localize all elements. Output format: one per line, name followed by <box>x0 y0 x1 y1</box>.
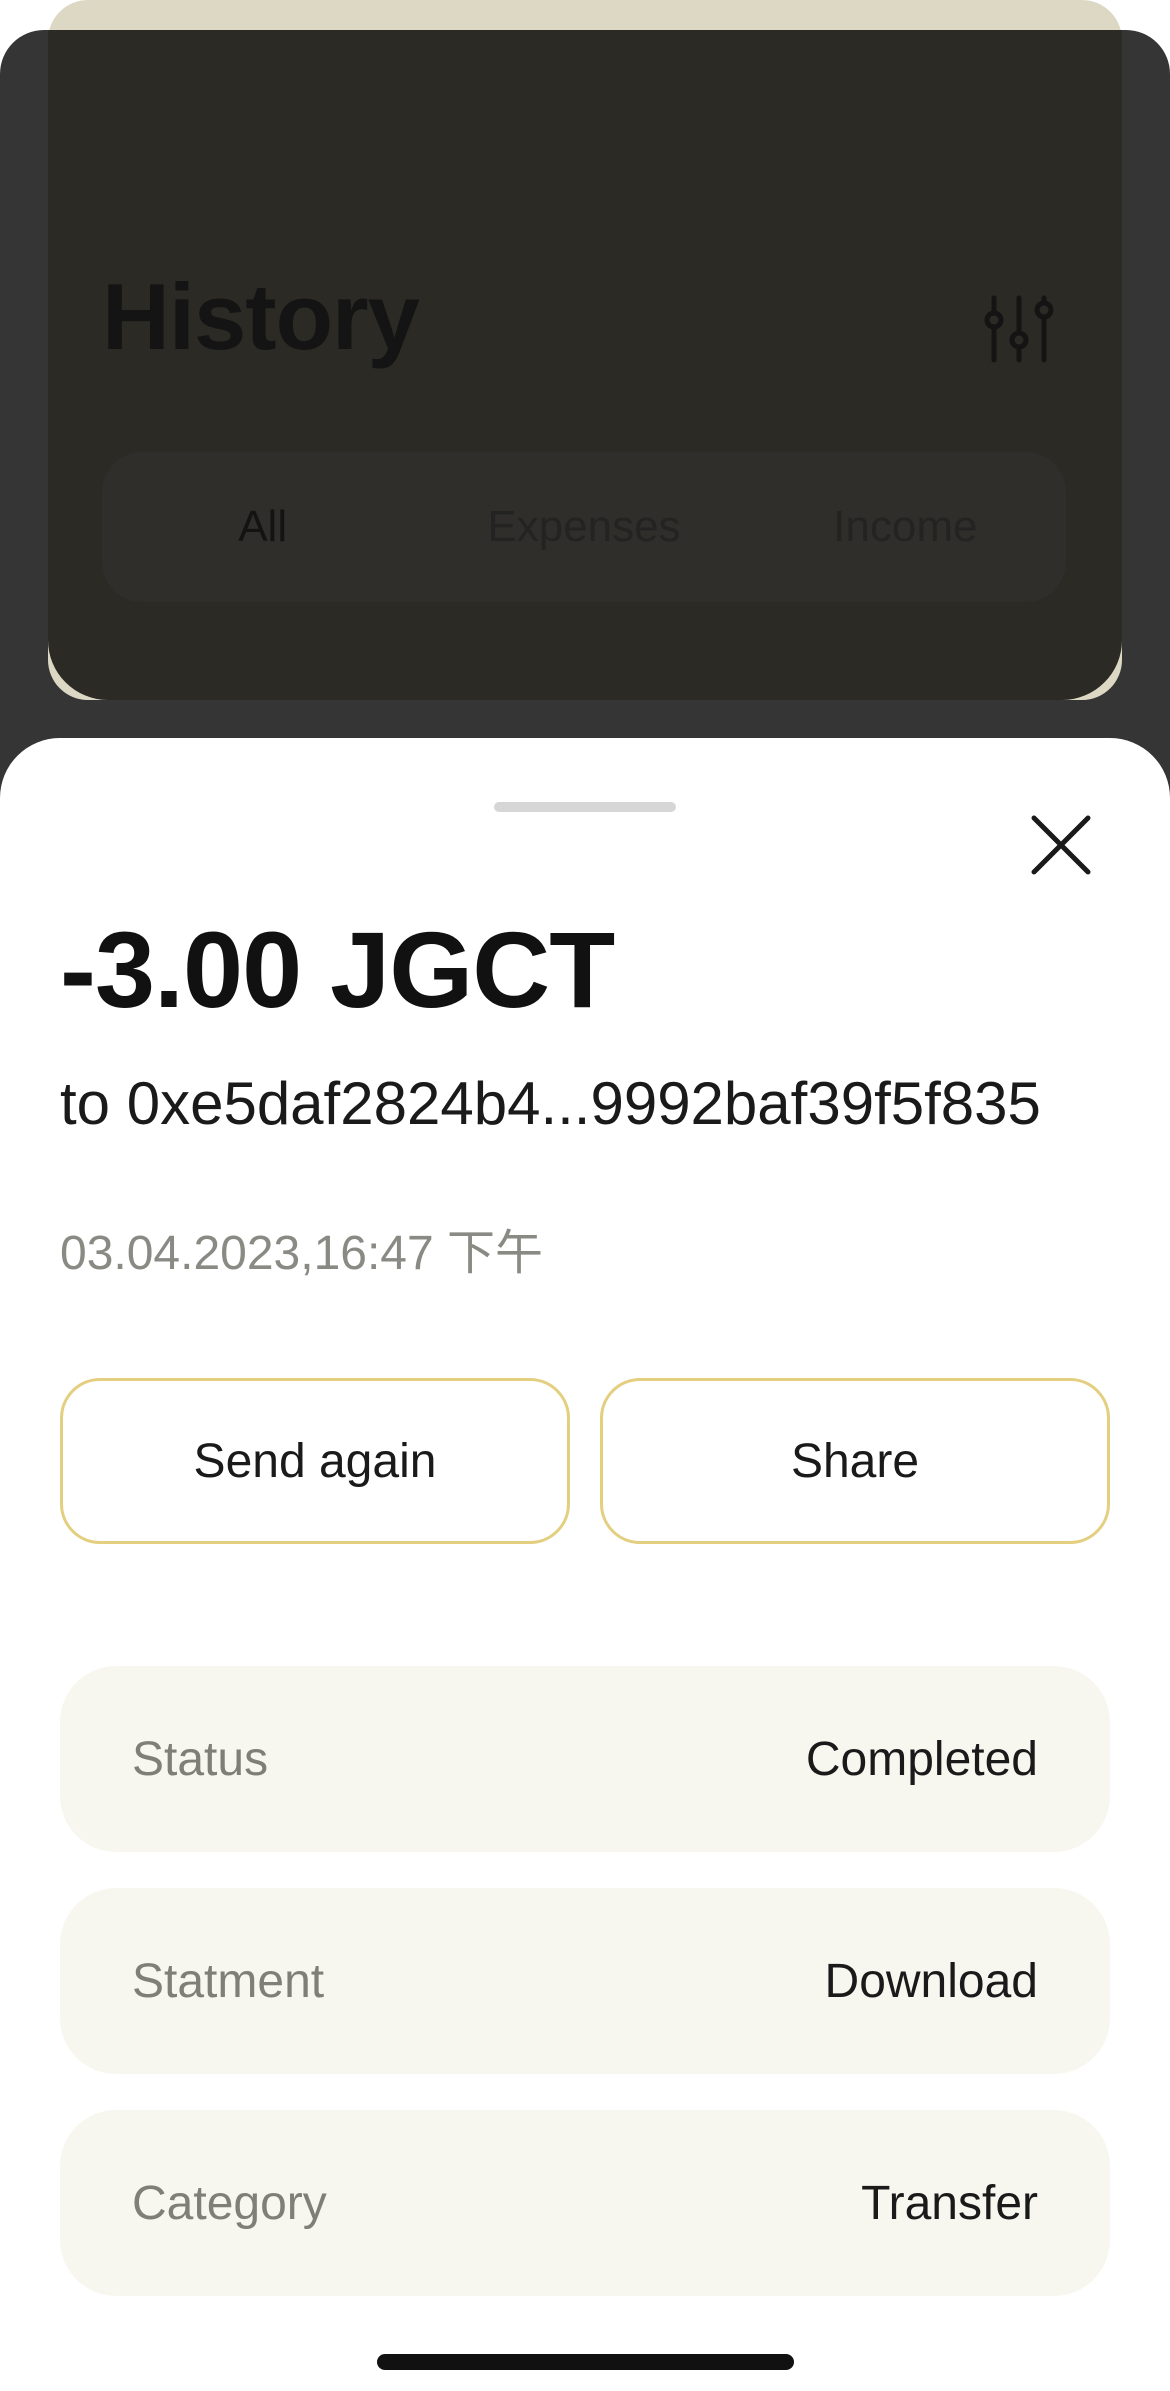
history-filter-tabs: All Expenses Income <box>102 452 1066 602</box>
tab-income[interactable]: Income <box>745 502 1066 552</box>
page-title: History <box>102 264 420 369</box>
close-icon[interactable] <box>1030 814 1092 876</box>
tab-expenses[interactable]: Expenses <box>423 502 744 552</box>
detail-label: Statment <box>132 1954 325 2008</box>
detail-label: Category <box>132 2176 327 2230</box>
detail-row-statement[interactable]: Statment Download <box>60 1888 1110 2074</box>
download-statement-link[interactable]: Download <box>825 1954 1038 2009</box>
detail-row-status: Status Completed <box>60 1666 1110 1852</box>
transaction-amount: -3.00 JGCT <box>60 909 615 1030</box>
sliders-icon[interactable] <box>982 292 1056 366</box>
tab-all[interactable]: All <box>102 502 423 552</box>
transaction-datetime: 03.04.2023,16:47 下午 <box>60 1227 544 1280</box>
sheet-grabber[interactable] <box>494 802 676 812</box>
send-again-button[interactable]: Send again <box>60 1378 570 1544</box>
detail-row-category: Category Transfer <box>60 2110 1110 2296</box>
home-indicator[interactable] <box>377 2354 794 2370</box>
detail-label: Status <box>132 1732 269 1786</box>
recipient-address: to 0xe5daf2824b4...9992baf39f5f835 <box>60 1070 1041 1137</box>
status-value: Completed <box>805 1732 1038 1786</box>
transaction-detail-sheet: -3.00 JGCT to 0xe5daf2824b4...9992baf39f… <box>0 738 1170 2391</box>
category-value: Transfer <box>861 2176 1038 2230</box>
share-button[interactable]: Share <box>600 1378 1110 1544</box>
